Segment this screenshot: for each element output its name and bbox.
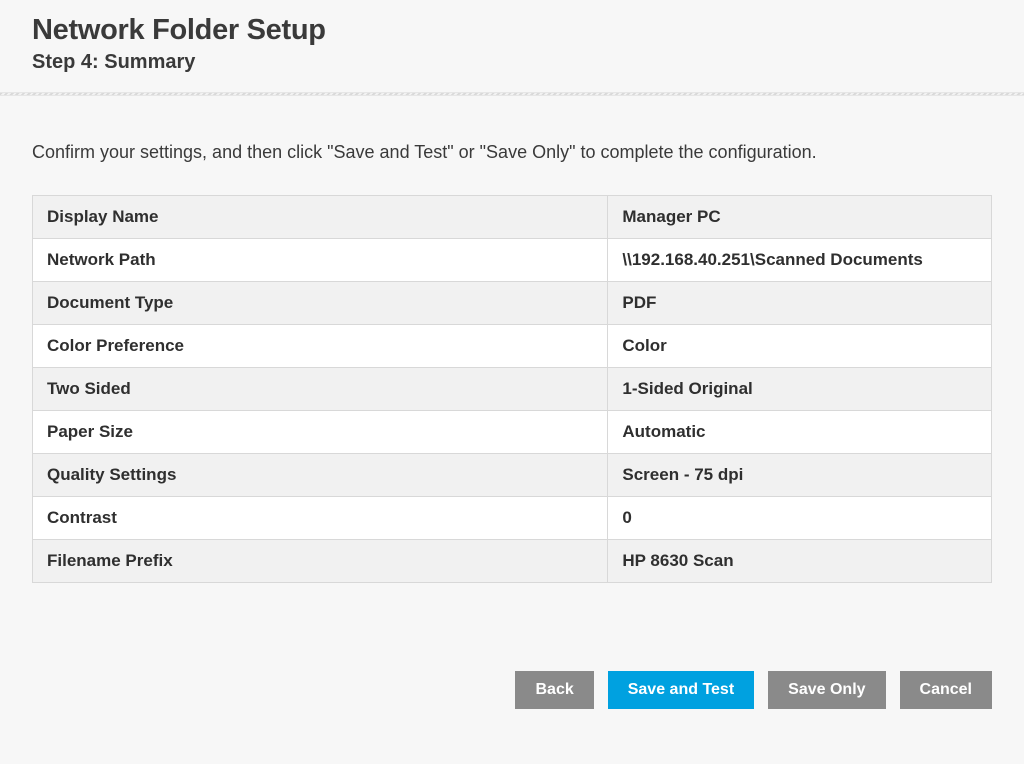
- page-container: Network Folder Setup Step 4: Summary Con…: [0, 0, 1024, 737]
- table-row: Color PreferenceColor: [33, 325, 992, 368]
- setting-value: \\192.168.40.251\Scanned Documents: [608, 239, 992, 282]
- back-button[interactable]: Back: [515, 671, 593, 709]
- table-row: Paper SizeAutomatic: [33, 411, 992, 454]
- setting-value: Automatic: [608, 411, 992, 454]
- setting-label: Display Name: [33, 196, 608, 239]
- header-divider: [0, 92, 1024, 96]
- table-row: Two Sided1-Sided Original: [33, 368, 992, 411]
- table-row: Network Path\\192.168.40.251\Scanned Doc…: [33, 239, 992, 282]
- setting-label: Paper Size: [33, 411, 608, 454]
- save-only-button[interactable]: Save Only: [768, 671, 885, 709]
- setting-label: Filename Prefix: [33, 540, 608, 583]
- instruction-text: Confirm your settings, and then click "S…: [32, 142, 992, 163]
- table-row: Document TypePDF: [33, 282, 992, 325]
- save-and-test-button[interactable]: Save and Test: [608, 671, 754, 709]
- setting-label: Quality Settings: [33, 454, 608, 497]
- setting-label: Network Path: [33, 239, 608, 282]
- page-subtitle: Step 4: Summary: [32, 51, 992, 74]
- setting-value: Manager PC: [608, 196, 992, 239]
- table-row: Quality SettingsScreen - 75 dpi: [33, 454, 992, 497]
- settings-table: Display NameManager PC Network Path\\192…: [32, 195, 992, 583]
- button-row: Back Save and Test Save Only Cancel: [32, 671, 992, 709]
- table-row: Contrast0: [33, 497, 992, 540]
- setting-value: PDF: [608, 282, 992, 325]
- table-row: Display NameManager PC: [33, 196, 992, 239]
- setting-label: Contrast: [33, 497, 608, 540]
- cancel-button[interactable]: Cancel: [900, 671, 992, 709]
- setting-label: Two Sided: [33, 368, 608, 411]
- setting-value: 0: [608, 497, 992, 540]
- setting-value: Screen - 75 dpi: [608, 454, 992, 497]
- setting-value: HP 8630 Scan: [608, 540, 992, 583]
- setting-label: Document Type: [33, 282, 608, 325]
- table-row: Filename PrefixHP 8630 Scan: [33, 540, 992, 583]
- page-title: Network Folder Setup: [32, 14, 992, 47]
- setting-value: 1-Sided Original: [608, 368, 992, 411]
- setting-label: Color Preference: [33, 325, 608, 368]
- setting-value: Color: [608, 325, 992, 368]
